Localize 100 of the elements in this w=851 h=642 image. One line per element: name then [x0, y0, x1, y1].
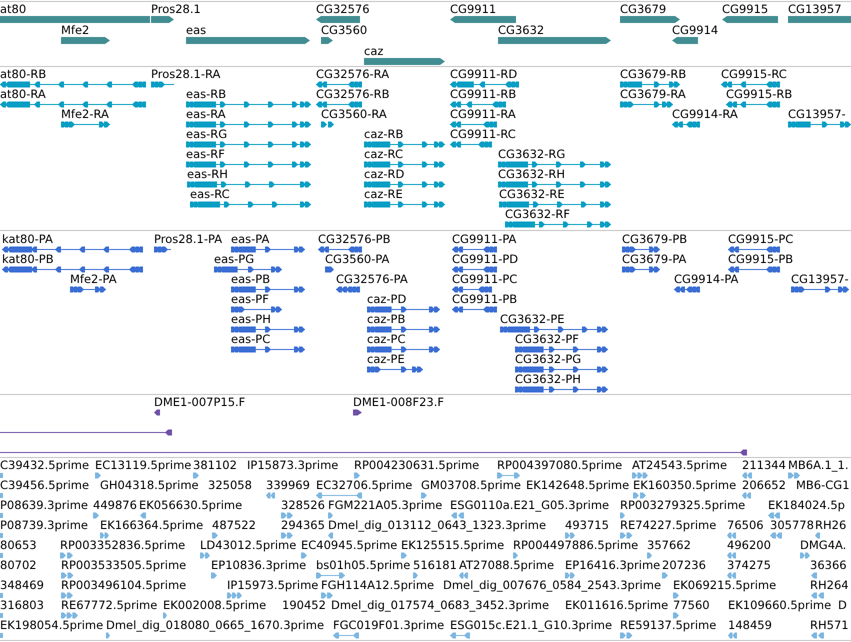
read-label: Dmel_dig_013112_0643_1323.3prime — [328, 519, 546, 532]
read-label: RP004230631.5prime — [354, 459, 480, 472]
read-label: RP003279325.5prime — [620, 499, 746, 512]
read-label: C39456.5prime — [0, 479, 90, 492]
transcript-label: CG3632-RG — [498, 148, 566, 161]
read-label: P08739.3prime — [0, 519, 88, 532]
read-label: RP003533505.5prime — [61, 559, 186, 572]
clone-label: DME1-007P15.F — [154, 396, 246, 409]
protein-label: CG13957- — [791, 273, 849, 286]
transcript-label: caz-RD — [364, 168, 404, 181]
read-label: RP003496104.5prime — [61, 579, 186, 592]
read-label: Dmel_dig_017574_0683_3452.3prime — [331, 599, 550, 612]
read-label: RE67772.5prime — [61, 599, 158, 612]
read-label: IP15873.3prime — [247, 459, 338, 472]
protein-label: CG3679-PA — [622, 253, 686, 266]
transcript-label: CG9915-RB — [726, 88, 792, 101]
protein-label: eas-PF — [231, 293, 269, 306]
protein-label: Mfe2-PA — [70, 273, 117, 286]
transcript-label: caz-RC — [364, 148, 404, 161]
read-label: MB6-CG1 — [796, 479, 850, 492]
transcript-label: CG3632-RE — [499, 188, 565, 201]
read-label: 76506 — [727, 519, 764, 532]
protein-label: CG3632-PF — [515, 333, 579, 346]
read-label: 493715 — [565, 519, 609, 532]
transcript-label: eas-RB — [186, 88, 226, 101]
read-label: EK198054.5prime — [0, 619, 104, 632]
protein-label: CG9911-PD — [452, 253, 518, 266]
protein-label: caz-PB — [367, 313, 406, 326]
gene-label: CG9914 — [672, 23, 718, 37]
protein-label: CG3632-PG — [515, 353, 582, 366]
read-label: DMG4A. — [800, 539, 846, 552]
transcript-label: caz-RB — [364, 128, 404, 141]
read-label: 206652 — [742, 479, 786, 492]
protein-label: CG3632-PE — [500, 313, 565, 326]
read-label: EK125515.5prime — [401, 539, 504, 552]
transcript-label: CG32576-RA — [316, 68, 390, 81]
read-label: 36366 — [810, 559, 847, 572]
read-label: 328526 — [281, 499, 325, 512]
protein-label: kat80-PA — [2, 233, 53, 246]
read-label: 305778 — [770, 519, 814, 532]
read-label: 207236 — [662, 559, 706, 572]
protein-label: eas-PA — [231, 233, 270, 246]
transcript-label: eas-RG — [186, 128, 228, 141]
transcript-label: CG9911-RD — [450, 68, 518, 81]
read-label: 80653 — [0, 539, 37, 552]
read-label: EK142648.5prime — [526, 479, 630, 492]
protein-label: CG3632-PH — [515, 373, 581, 386]
gene-label: CG3679 — [620, 2, 666, 16]
gene-label: CG3632 — [498, 23, 544, 37]
read-label: EK160350.5prime — [633, 479, 736, 492]
read-label: RE74227.5prime — [620, 519, 716, 532]
read-label: 449876 — [93, 499, 137, 512]
transcript-label: CG9915-RC — [721, 68, 787, 81]
read-label: EP10836.3prime — [211, 559, 306, 572]
read-label: RH264 — [810, 579, 849, 592]
transcript-label: at80-RA — [0, 88, 46, 101]
read-label: EC32706.5prime — [316, 479, 412, 492]
gene-label: Pros28.1 — [151, 2, 201, 16]
transcript-label: CG9911-RA — [450, 108, 516, 121]
read-label: FGC019F01.3prime — [333, 619, 444, 632]
read-label: 211344 — [742, 459, 786, 472]
read-label: EK109660.5prime — [728, 599, 832, 612]
read-label: 357662 — [647, 539, 691, 552]
read-label: 190452 — [282, 599, 326, 612]
read-label: 316803 — [0, 599, 44, 612]
protein-label: caz-PE — [367, 353, 405, 366]
protein-label: CG9911-PC — [452, 273, 518, 286]
transcript-label: CG3679-RB — [620, 68, 686, 81]
protein-label: CG3560-PA — [325, 253, 390, 266]
read-label: IP15973.5prime — [227, 579, 318, 592]
protein-label: eas-PC — [231, 333, 270, 346]
transcript-label: caz-RE — [364, 188, 403, 201]
read-label: LD43012.5prime — [200, 539, 296, 552]
transcript-label: CG3679-RA — [620, 88, 686, 101]
read-label: RP004497886.5prime — [513, 539, 638, 552]
transcript-label: CG9911-RC — [450, 128, 516, 141]
protein-label: eas-PG — [214, 253, 254, 266]
read-label: EK056630.5prime — [139, 499, 242, 512]
transcript-label: Mfe2-RA — [61, 108, 109, 121]
read-label: 516181 — [413, 559, 457, 572]
transcript-label: eas-RC — [190, 188, 230, 201]
read-label: EK166364.5prime — [100, 519, 204, 532]
read-label: 381102 — [193, 459, 237, 472]
gene-label: CG13957 — [788, 2, 842, 16]
gene-label: CG3560 — [321, 23, 368, 37]
read-label: bs01h05.5prime — [316, 559, 410, 572]
gene-label: caz — [364, 44, 384, 58]
protein-label: caz-PC — [367, 333, 406, 346]
read-label: RE59137.5prime — [620, 619, 716, 632]
read-label: FGH114A12.5prime — [321, 579, 434, 592]
read-label: 148459 — [728, 619, 772, 632]
read-label: FGM221A05.3prime — [328, 499, 442, 512]
read-label: P08639.3prime — [0, 499, 88, 512]
protein-label: CG9911-PB — [452, 293, 518, 306]
gene-label: CG9915 — [722, 2, 768, 16]
read-label: 496200 — [727, 539, 771, 552]
protein-label: CG9914-PA — [674, 273, 738, 286]
read-label: 339969 — [266, 479, 310, 492]
read-label: Dmel_dig_018080_0665_1670.3prime — [106, 619, 324, 632]
transcript-label: CG3632-RH — [498, 168, 565, 181]
